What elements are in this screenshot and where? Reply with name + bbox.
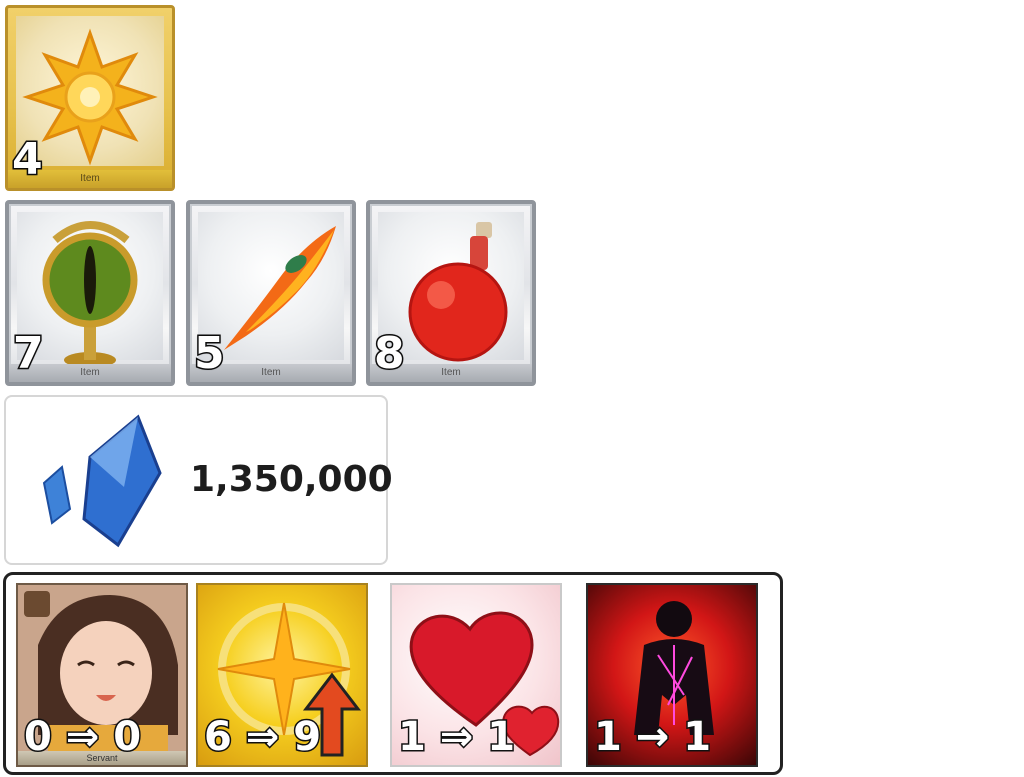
level-change-label: 1 → 1 (592, 714, 712, 760)
level-change-label: 6 ⇒ 9 (202, 714, 322, 760)
qp-amount: 1,350,000 (190, 459, 393, 500)
level-change-label: 0 ⇒ 0 (22, 714, 142, 760)
skill-upgrade-card[interactable]: 6 ⇒ 9 (196, 583, 368, 767)
item-count: 7 (12, 328, 46, 379)
item-card-serpent-eye[interactable]: Item 7 (5, 200, 175, 386)
item-card-gold-star[interactable]: Item 4 (5, 5, 175, 191)
dark-skill-card[interactable]: 1 → 1 (586, 583, 758, 767)
level-change-label: 1 ⇒ 1 (396, 714, 516, 760)
qp-cost-panel: 1,350,000 (4, 395, 393, 565)
bond-card[interactable]: 1 ⇒ 1 (390, 583, 562, 767)
item-card-phoenix-feather[interactable]: Item 5 (186, 200, 356, 386)
item-count: 8 (373, 328, 407, 379)
blue-crystal-icon (42, 414, 162, 548)
item-card-red-potion[interactable]: Item 8 (366, 200, 536, 386)
item-count: 4 (11, 134, 45, 185)
upgrade-summary-panel: Servant 0 ⇒ 0 6 ⇒ 9 1 ⇒ 1 1 → 1 (3, 572, 783, 775)
item-count: 5 (193, 328, 227, 379)
servant-ascension-card[interactable]: Servant 0 ⇒ 0 (16, 583, 188, 767)
